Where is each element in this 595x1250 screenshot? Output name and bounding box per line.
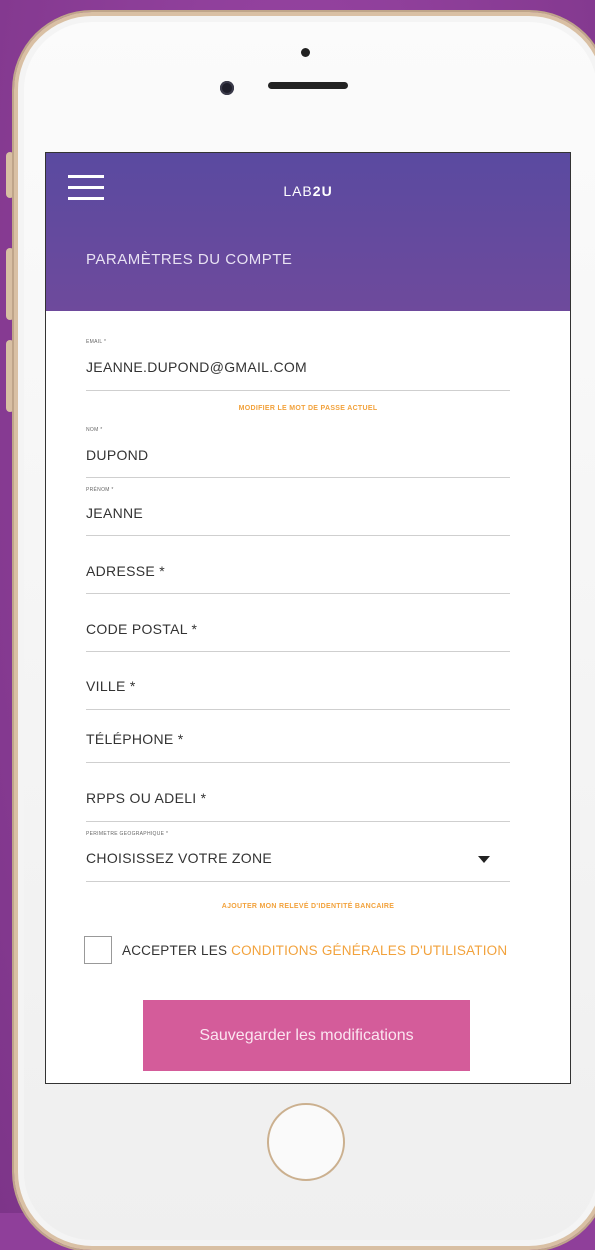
ville-placeholder: VILLE * xyxy=(86,678,136,694)
app-screen: LAB2U PARAMÈTRES DU COMPTE EMAIL * JEANN… xyxy=(45,152,571,1084)
brand-suffix: 2U xyxy=(312,183,333,199)
telephone-field[interactable]: TÉLÉPHONE * xyxy=(86,723,510,763)
adresse-field[interactable]: ADRESSE * xyxy=(86,553,510,594)
app-header: LAB2U PARAMÈTRES DU COMPTE xyxy=(46,153,570,311)
volume-down-button xyxy=(6,340,14,412)
page-title: PARAMÈTRES DU COMPTE xyxy=(86,251,293,268)
dropdown-caret-icon xyxy=(478,856,490,863)
code-postal-placeholder: CODE POSTAL * xyxy=(86,621,198,637)
prenom-field[interactable]: PRÉNOM * JEANNE xyxy=(86,487,510,536)
adresse-placeholder: ADRESSE * xyxy=(86,563,165,579)
email-label: EMAIL * xyxy=(86,339,107,345)
code-postal-field[interactable]: CODE POSTAL * xyxy=(86,611,510,652)
home-button[interactable] xyxy=(267,1103,345,1181)
nom-label: NOM * xyxy=(86,427,103,433)
email-value: JEANNE.DUPOND@GMAIL.COM xyxy=(86,359,308,375)
save-button[interactable]: Sauvegarder les modifications xyxy=(143,1000,470,1071)
mute-switch xyxy=(6,152,14,198)
nom-value: DUPOND xyxy=(86,447,149,463)
add-rib-link[interactable]: AJOUTER MON RELEVÉ D'IDENTITÉ BANCAIRE xyxy=(46,903,570,910)
app-brand: LAB2U xyxy=(46,183,570,199)
cgu-checkbox[interactable] xyxy=(84,936,112,964)
cgu-link[interactable]: CONDITIONS GÉNÉRALES D'UTILISATION xyxy=(231,943,507,958)
telephone-placeholder: TÉLÉPHONE * xyxy=(86,731,184,747)
zone-select[interactable]: PERIMETRE GEOGRAPHIQUE * CHOISISSEZ VOTR… xyxy=(86,831,510,882)
ville-field[interactable]: VILLE * xyxy=(86,668,510,710)
email-field[interactable]: EMAIL * JEANNE.DUPOND@GMAIL.COM xyxy=(86,339,510,391)
nom-field[interactable]: NOM * DUPOND xyxy=(86,427,510,478)
earpiece-speaker xyxy=(268,82,348,89)
change-password-link[interactable]: MODIFIER LE MOT DE PASSE ACTUEL xyxy=(46,405,570,412)
front-camera xyxy=(220,81,234,95)
zone-label: PERIMETRE GEOGRAPHIQUE * xyxy=(86,831,169,837)
cgu-label: ACCEPTER LES CONDITIONS GÉNÉRALES D'UTIL… xyxy=(122,943,507,958)
proximity-sensor xyxy=(301,48,310,57)
cgu-prefix: ACCEPTER LES xyxy=(122,943,232,958)
brand-prefix: LAB xyxy=(283,183,313,199)
volume-up-button xyxy=(6,248,14,320)
rpps-placeholder: RPPS OU ADELI * xyxy=(86,790,207,806)
prenom-value: JEANNE xyxy=(86,505,144,521)
zone-value: CHOISISSEZ VOTRE ZONE xyxy=(86,850,272,866)
rpps-field[interactable]: RPPS OU ADELI * xyxy=(86,781,510,822)
prenom-label: PRÉNOM * xyxy=(86,487,114,493)
